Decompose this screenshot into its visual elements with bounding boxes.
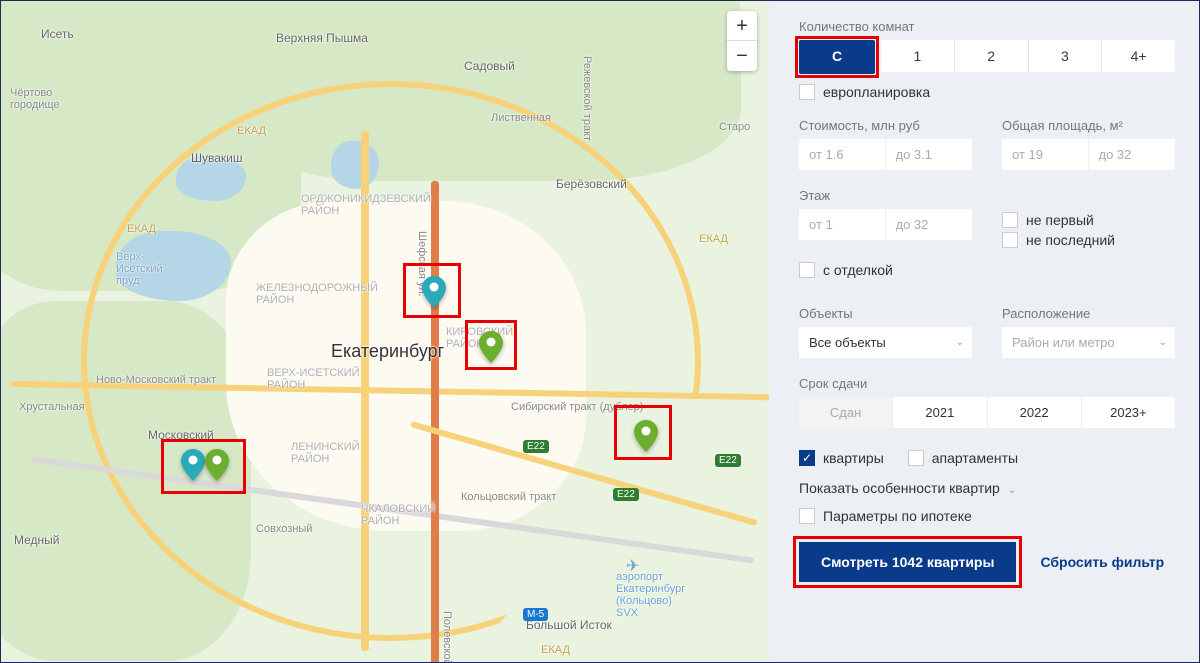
shield-e22-2: E22 — [715, 454, 741, 467]
label-moskovskiy: Московский — [148, 428, 214, 442]
airplane-icon: ✈ — [626, 556, 639, 576]
not-last-label: не последний — [1026, 232, 1115, 248]
euro-layout-label: европланировка — [823, 84, 930, 100]
deadline-opt-2023p[interactable]: 2023+ — [1081, 397, 1175, 428]
floor-from-input[interactable] — [799, 209, 886, 240]
label-koltsovskiy: Кольцовский тракт — [461, 491, 556, 503]
map-pin-green-2[interactable] — [634, 420, 658, 452]
deadline-opt-built[interactable]: Сдан — [799, 397, 892, 428]
mortgage-params-checkbox[interactable] — [799, 508, 815, 524]
map-pin-teal-2[interactable] — [181, 449, 205, 481]
label-airport: аэропорт Екатеринбург (Кольцово) SVX — [616, 571, 685, 619]
area-label: Общая площадь, м² — [1002, 118, 1175, 133]
zoom-out-button[interactable]: − — [727, 41, 757, 71]
zoom-in-button[interactable]: + — [727, 11, 757, 41]
label-khrustalnaya: Хрустальная — [19, 401, 85, 413]
not-first-label: не первый — [1026, 212, 1094, 228]
map-pin-green-1[interactable] — [479, 331, 503, 363]
location-label: Расположение — [1002, 306, 1175, 321]
label-city: Екатеринбург — [331, 341, 444, 362]
mortgage-params-label: Параметры по ипотеке — [823, 508, 972, 524]
objects-value: Все объекты — [809, 335, 886, 350]
label-ordzhon: ОРДЖОНИКИДЗЕВСКИЙ РАЙОН — [301, 193, 431, 217]
area-to-input[interactable] — [1089, 139, 1176, 170]
label-sovkhoznyy: Совхозный — [256, 523, 312, 535]
apartments-checkbox[interactable] — [799, 450, 815, 466]
chevron-down-icon: ⌄ — [956, 336, 964, 347]
rooms-opt-3[interactable]: 3 — [1028, 40, 1102, 72]
map[interactable]: Исеть Чёртово городище Верхняя Пышма Сад… — [1, 1, 769, 662]
chevron-down-icon: ⌄ — [1008, 485, 1016, 496]
not-last-checkbox[interactable] — [1002, 232, 1018, 248]
label-mednyy: Медный — [14, 533, 60, 547]
label-verkh-isetskiy-r: ВЕРХ-ИСЕТСКИЙ РАЙОН — [267, 367, 360, 391]
shield-m5: М-5 — [523, 608, 548, 621]
shield-e22-1: E22 — [523, 440, 549, 453]
label-chkalovsky: ЧКАЛОВСКИЙ РАЙОН — [361, 503, 435, 527]
floor-label: Этаж — [799, 188, 972, 203]
label-zhd: ЖЕЛЕЗНОДОРОЖНЫЙ РАЙОН — [256, 282, 378, 306]
cost-label: Стоимость, млн руб — [799, 118, 972, 133]
apart-hotels-label: апартаменты — [932, 450, 1018, 466]
reset-filter-button[interactable]: Сбросить фильтр — [1036, 542, 1168, 582]
area-from-input[interactable] — [1002, 139, 1089, 170]
label-staro: Старо — [719, 121, 750, 133]
objects-select[interactable]: Все объекты ⌄ — [799, 327, 972, 358]
label-pond: Верх- Исетский пруд — [116, 251, 163, 287]
label-listvennaya: Лиственная — [491, 112, 551, 124]
zoom-control: + − — [727, 11, 757, 71]
label-ekad-4: ЕКАД — [699, 233, 728, 245]
label-chertovo: Чёртово городище — [10, 87, 60, 111]
rooms-opt-2[interactable]: 2 — [954, 40, 1028, 72]
label-berezovskiy: Берёзовский — [556, 177, 627, 191]
deadline-opt-2021[interactable]: 2021 — [892, 397, 986, 428]
label-verkhnyaya-pyshma: Верхняя Пышма — [276, 31, 368, 45]
map-base: Исеть Чёртово городище Верхняя Пышма Сад… — [1, 1, 769, 662]
deadline-label: Срок сдачи — [799, 376, 1175, 391]
location-select[interactable]: Район или метро ⌄ — [1002, 327, 1175, 358]
label-polevskoy: Полевской тракт — [441, 611, 453, 662]
map-pin-green-3[interactable] — [205, 449, 229, 481]
rooms-opt-studio[interactable]: С — [799, 40, 875, 74]
label-sibirskiy: Сибирский тракт (дублер) — [511, 401, 643, 413]
with-finish-label: с отделкой — [823, 262, 893, 278]
label-ekad-2: ЕКАД — [237, 125, 266, 137]
label-ekad-3: ЕКАД — [541, 644, 570, 656]
apart-hotels-checkbox[interactable] — [908, 450, 924, 466]
shield-e22-3: E22 — [613, 488, 639, 501]
label-iset: Исеть — [41, 27, 74, 41]
euro-layout-checkbox[interactable] — [799, 84, 815, 100]
location-placeholder: Район или метро — [1012, 335, 1115, 350]
rooms-opt-1[interactable]: 1 — [881, 40, 954, 72]
objects-label: Объекты — [799, 306, 972, 321]
with-finish-checkbox[interactable] — [799, 262, 815, 278]
app-root: Исеть Чёртово городище Верхняя Пышма Сад… — [0, 0, 1200, 663]
search-button[interactable]: Смотреть 1042 квартиры — [799, 542, 1016, 582]
label-novo-mosk: Ново-Московский тракт — [96, 374, 216, 386]
not-first-checkbox[interactable] — [1002, 212, 1018, 228]
label-leninsky: ЛЕНИНСКИЙ РАЙОН — [291, 441, 360, 465]
chevron-down-icon: ⌄ — [1159, 336, 1167, 347]
cost-to-input[interactable] — [886, 139, 973, 170]
rooms-label: Количество комнат — [799, 19, 1175, 34]
deadline-segmented: Сдан 2021 2022 2023+ — [799, 397, 1175, 428]
floor-to-input[interactable] — [886, 209, 973, 240]
apartments-label: квартиры — [823, 450, 884, 466]
deadline-opt-2022[interactable]: 2022 — [987, 397, 1081, 428]
features-expander[interactable]: Показать особенности квартир ⌄ — [799, 480, 1175, 496]
map-pin-teal-1[interactable] — [422, 276, 446, 308]
filter-panel: Количество комнат С 1 2 3 4+ европланиро… — [769, 1, 1199, 662]
label-ekad-1: ЕКАД — [127, 223, 156, 235]
features-expander-label: Показать особенности квартир — [799, 480, 1000, 496]
cost-from-input[interactable] — [799, 139, 886, 170]
label-sadovyy: Садовый — [464, 59, 515, 73]
rooms-opt-4plus[interactable]: 4+ — [1101, 40, 1175, 72]
label-rezhevskoy: Режевской тракт — [581, 56, 593, 141]
label-shuvakish: Шувакиш — [191, 151, 243, 165]
